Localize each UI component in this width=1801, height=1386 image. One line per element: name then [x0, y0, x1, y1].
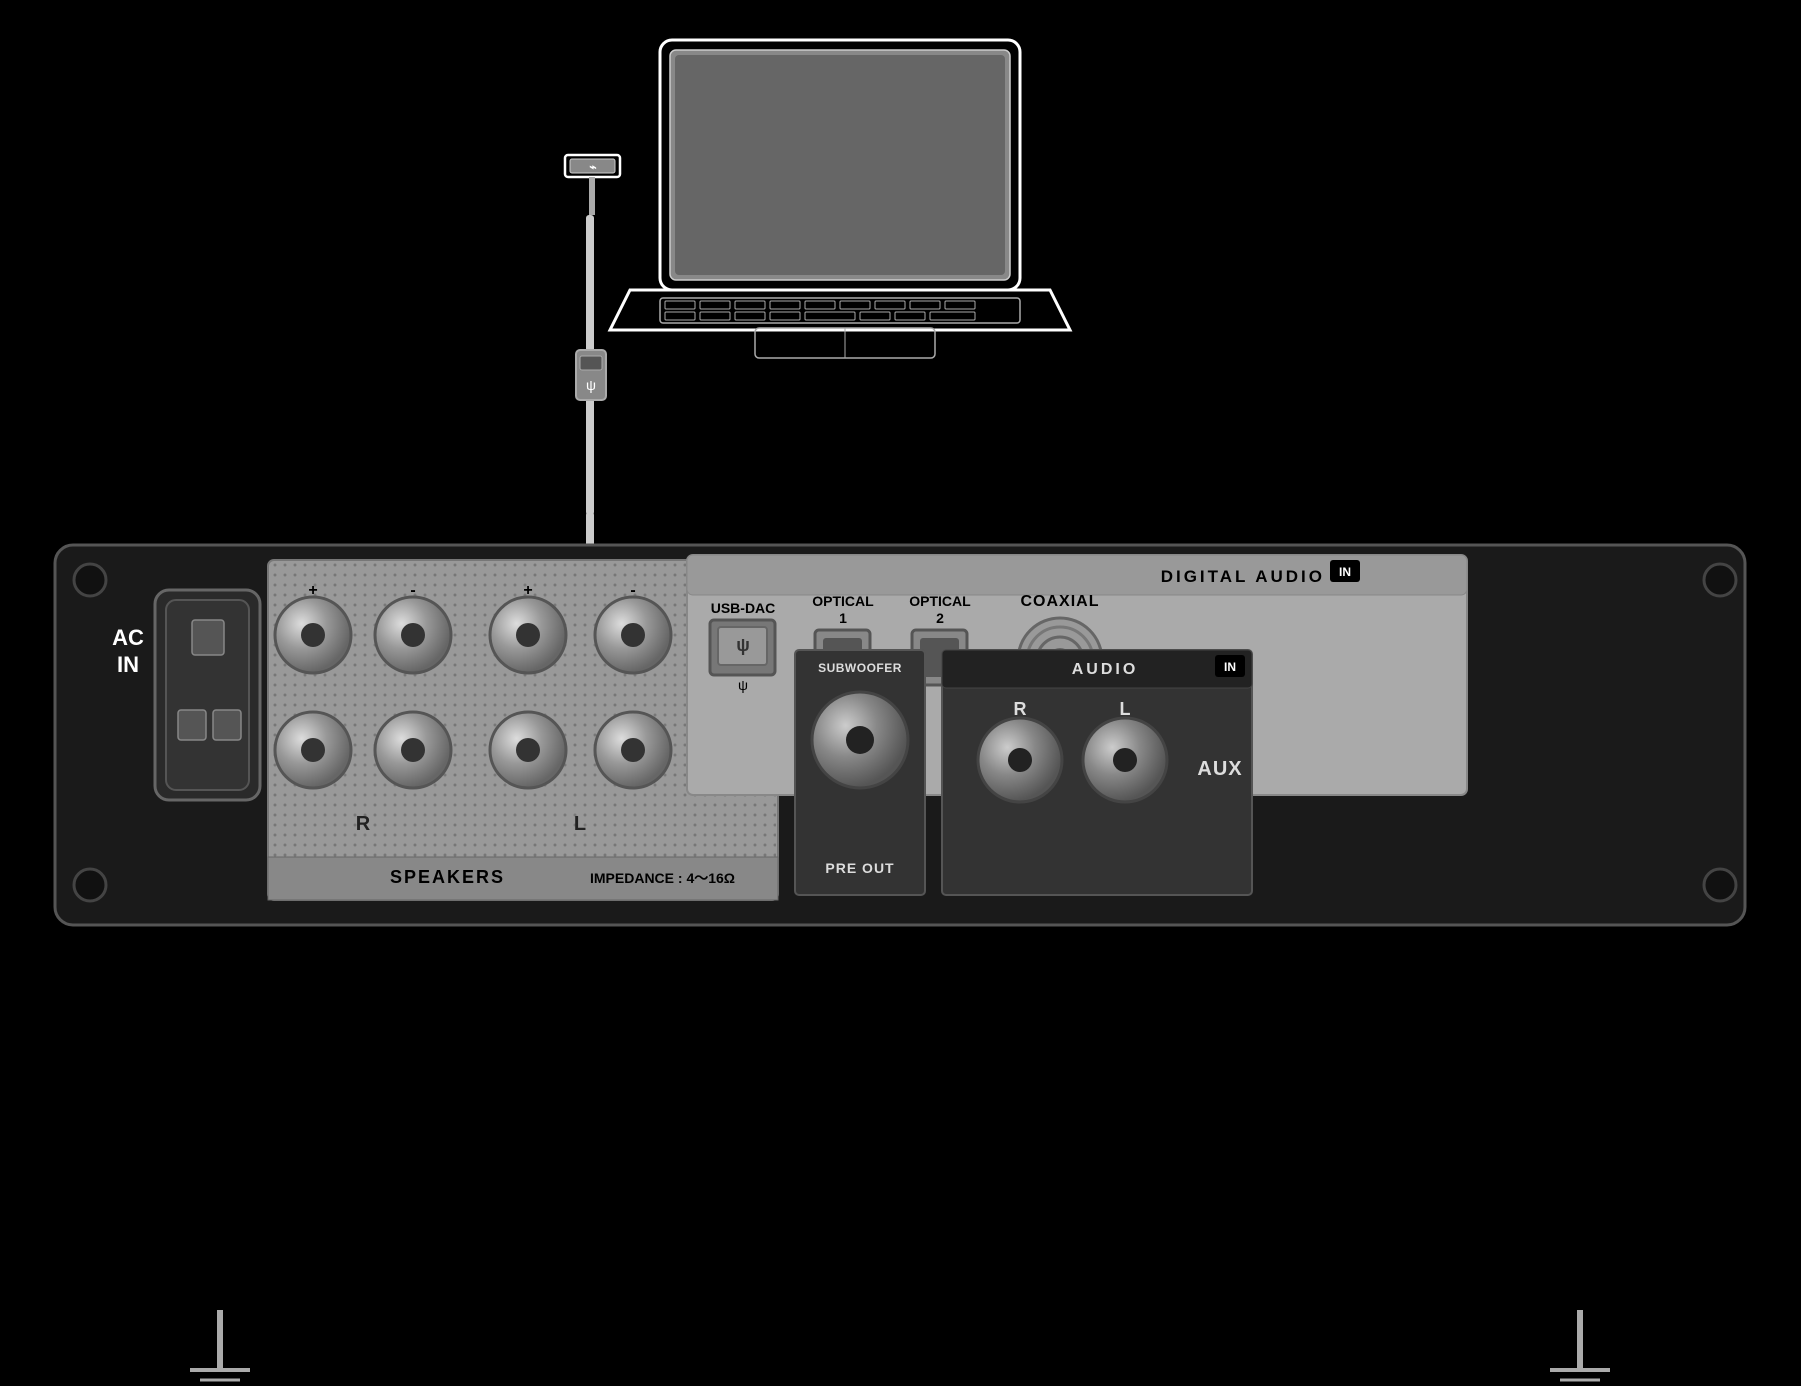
main-container: ⌁ ψ AC IN	[0, 0, 1801, 1386]
svg-text:SPEAKERS: SPEAKERS	[390, 867, 505, 887]
svg-text:+: +	[523, 582, 532, 599]
svg-text:⌁: ⌁	[589, 160, 596, 174]
svg-text:IN: IN	[117, 652, 139, 677]
svg-text:ψ: ψ	[586, 377, 596, 393]
svg-text:AC: AC	[112, 625, 144, 650]
svg-text:AUDIO: AUDIO	[1072, 661, 1139, 678]
svg-text:R: R	[356, 813, 371, 835]
svg-text:R: R	[1014, 699, 1027, 719]
svg-text:L: L	[1120, 699, 1131, 719]
svg-text:SUBWOOFER: SUBWOOFER	[818, 661, 902, 675]
svg-text:OPTICAL: OPTICAL	[812, 593, 874, 609]
svg-text:COAXIAL: COAXIAL	[1021, 593, 1100, 610]
svg-text:IN: IN	[1339, 565, 1351, 579]
svg-text:ψ: ψ	[738, 677, 748, 693]
svg-text:PRE OUT: PRE OUT	[825, 860, 894, 876]
svg-text:1: 1	[839, 610, 847, 626]
svg-text:DIGITAL AUDIO: DIGITAL AUDIO	[1161, 567, 1325, 586]
svg-text:USB-DAC: USB-DAC	[711, 600, 776, 616]
svg-text:ψ: ψ	[736, 635, 750, 655]
svg-text:OPTICAL: OPTICAL	[909, 593, 971, 609]
svg-text:L: L	[574, 813, 586, 835]
svg-text:-: -	[410, 582, 415, 599]
svg-text:-: -	[630, 582, 635, 599]
svg-text:IN: IN	[1224, 660, 1236, 674]
svg-text:AUX: AUX	[1197, 758, 1242, 780]
laptop-illustration	[610, 40, 1070, 358]
svg-text:2: 2	[936, 610, 944, 626]
svg-text:+: +	[308, 582, 317, 599]
svg-text:IMPEDANCE : 4～16Ω: IMPEDANCE : 4～16Ω	[590, 870, 735, 886]
